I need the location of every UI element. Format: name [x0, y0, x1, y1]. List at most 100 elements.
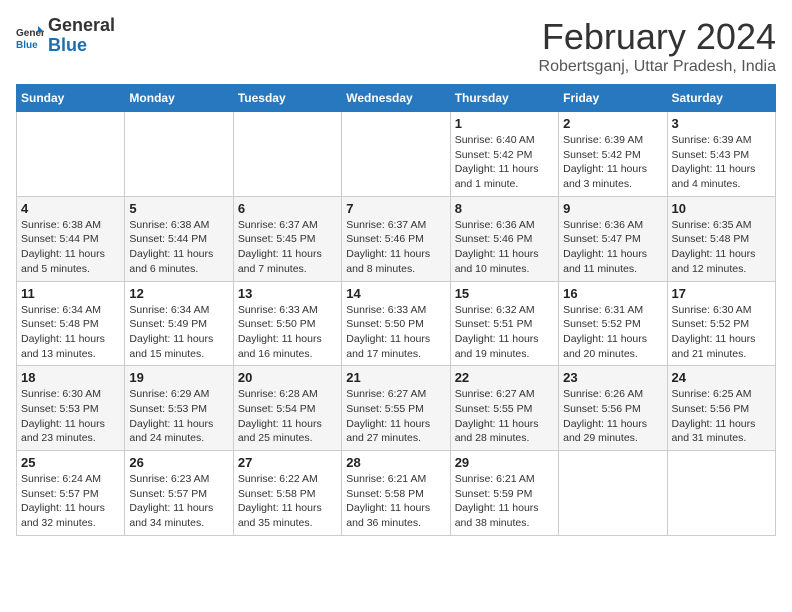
day-number: 15: [455, 286, 554, 301]
calendar-cell: 13Sunrise: 6:33 AM Sunset: 5:50 PM Dayli…: [233, 281, 341, 366]
calendar-cell: 24 Sunrise: 6:25 AM Sunset: 5:56 PM Dayli…: [667, 366, 775, 451]
calendar-cell: 4Sunrise: 6:38 AM Sunset: 5:44 PM Daylig…: [17, 196, 125, 281]
logo: General Blue General Blue: [16, 16, 115, 56]
day-info: Sunrise: 6:28 AM Sunset: 5:54 PM Dayligh…: [238, 387, 337, 446]
day-info: Sunrise: 6:26 AM Sunset: 5:56 PM Dayligh…: [563, 387, 662, 446]
day-info: Sunrise: 6:38 AM Sunset: 5:44 PM Dayligh…: [129, 218, 228, 277]
day-number: 12: [129, 286, 228, 301]
day-info: Sunrise: 6:37 AM Sunset: 5:45 PM Dayligh…: [238, 218, 337, 277]
day-number: 24: [672, 370, 771, 385]
calendar-cell: 16 Sunrise: 6:31 AM Sunset: 5:52 PM Dayli…: [559, 281, 667, 366]
day-number: 29: [455, 455, 554, 470]
calendar-week-row: 1Sunrise: 6:40 AM Sunset: 5:42 PM Daylig…: [17, 112, 776, 197]
calendar-cell: 14 Sunrise: 6:33 AM Sunset: 5:50 PM Dayli…: [342, 281, 450, 366]
logo-blue: Blue: [48, 36, 115, 56]
day-info: Sunrise: 6:37 AM Sunset: 5:46 PM Dayligh…: [346, 218, 445, 277]
calendar-cell: 5Sunrise: 6:38 AM Sunset: 5:44 PM Daylig…: [125, 196, 233, 281]
day-number: 1: [455, 116, 554, 131]
day-info: Sunrise: 6:29 AM Sunset: 5:53 PM Dayligh…: [129, 387, 228, 446]
header-saturday: Saturday: [667, 85, 775, 112]
header-monday: Monday: [125, 85, 233, 112]
calendar-cell: 22Sunrise: 6:27 AM Sunset: 5:55 PM Dayli…: [450, 366, 558, 451]
day-info: Sunrise: 6:36 AM Sunset: 5:46 PM Dayligh…: [455, 218, 554, 277]
day-info: Sunrise: 6:35 AM Sunset: 5:48 PM Dayligh…: [672, 218, 771, 277]
calendar-cell: [125, 112, 233, 197]
day-number: 20: [238, 370, 337, 385]
day-number: 21: [346, 370, 445, 385]
calendar-cell: 28 Sunrise: 6:21 AM Sunset: 5:58 PM Dayli…: [342, 451, 450, 536]
calendar-cell: 10 Sunrise: 6:35 AM Sunset: 5:48 PM Dayli…: [667, 196, 775, 281]
calendar-cell: 26 Sunrise: 6:23 AM Sunset: 5:57 PM Dayli…: [125, 451, 233, 536]
day-number: 19: [129, 370, 228, 385]
header-thursday: Thursday: [450, 85, 558, 112]
day-info: Sunrise: 6:27 AM Sunset: 5:55 PM Dayligh…: [455, 387, 554, 446]
calendar-cell: 18 Sunrise: 6:30 AM Sunset: 5:53 PM Dayli…: [17, 366, 125, 451]
calendar-header-row: SundayMondayTuesdayWednesdayThursdayFrid…: [17, 85, 776, 112]
day-info: Sunrise: 6:39 AM Sunset: 5:43 PM Dayligh…: [672, 133, 771, 192]
calendar-cell: 15 Sunrise: 6:32 AM Sunset: 5:51 PM Dayli…: [450, 281, 558, 366]
calendar-week-row: 18 Sunrise: 6:30 AM Sunset: 5:53 PM Dayli…: [17, 366, 776, 451]
calendar-cell: 3 Sunrise: 6:39 AM Sunset: 5:43 PM Daylig…: [667, 112, 775, 197]
day-info: Sunrise: 6:30 AM Sunset: 5:52 PM Dayligh…: [672, 303, 771, 362]
day-info: Sunrise: 6:23 AM Sunset: 5:57 PM Dayligh…: [129, 472, 228, 531]
day-info: Sunrise: 6:33 AM Sunset: 5:50 PM Dayligh…: [346, 303, 445, 362]
day-number: 17: [672, 286, 771, 301]
day-info: Sunrise: 6:33 AM Sunset: 5:50 PM Dayligh…: [238, 303, 337, 362]
month-title: February 2024: [539, 16, 776, 58]
day-number: 26: [129, 455, 228, 470]
calendar-week-row: 11 Sunrise: 6:34 AM Sunset: 5:48 PM Dayli…: [17, 281, 776, 366]
calendar-table: SundayMondayTuesdayWednesdayThursdayFrid…: [16, 84, 776, 536]
logo-icon: General Blue: [16, 22, 44, 50]
header-wednesday: Wednesday: [342, 85, 450, 112]
day-info: Sunrise: 6:27 AM Sunset: 5:55 PM Dayligh…: [346, 387, 445, 446]
day-number: 10: [672, 201, 771, 216]
svg-text:Blue: Blue: [16, 40, 38, 50]
day-number: 7: [346, 201, 445, 216]
day-info: Sunrise: 6:34 AM Sunset: 5:49 PM Dayligh…: [129, 303, 228, 362]
calendar-cell: 6Sunrise: 6:37 AM Sunset: 5:45 PM Daylig…: [233, 196, 341, 281]
calendar-week-row: 4Sunrise: 6:38 AM Sunset: 5:44 PM Daylig…: [17, 196, 776, 281]
calendar-cell: 20 Sunrise: 6:28 AM Sunset: 5:54 PM Dayli…: [233, 366, 341, 451]
day-number: 14: [346, 286, 445, 301]
day-info: Sunrise: 6:38 AM Sunset: 5:44 PM Dayligh…: [21, 218, 120, 277]
calendar-cell: 17 Sunrise: 6:30 AM Sunset: 5:52 PM Dayli…: [667, 281, 775, 366]
day-info: Sunrise: 6:31 AM Sunset: 5:52 PM Dayligh…: [563, 303, 662, 362]
calendar-cell: 25 Sunrise: 6:24 AM Sunset: 5:57 PM Dayli…: [17, 451, 125, 536]
day-info: Sunrise: 6:21 AM Sunset: 5:58 PM Dayligh…: [346, 472, 445, 531]
calendar-cell: [559, 451, 667, 536]
calendar-cell: 1Sunrise: 6:40 AM Sunset: 5:42 PM Daylig…: [450, 112, 558, 197]
header-sunday: Sunday: [17, 85, 125, 112]
calendar-cell: [667, 451, 775, 536]
day-number: 2: [563, 116, 662, 131]
day-info: Sunrise: 6:25 AM Sunset: 5:56 PM Dayligh…: [672, 387, 771, 446]
calendar-cell: 2Sunrise: 6:39 AM Sunset: 5:42 PM Daylig…: [559, 112, 667, 197]
day-number: 28: [346, 455, 445, 470]
day-number: 18: [21, 370, 120, 385]
day-info: Sunrise: 6:21 AM Sunset: 5:59 PM Dayligh…: [455, 472, 554, 531]
day-number: 25: [21, 455, 120, 470]
calendar-cell: 23 Sunrise: 6:26 AM Sunset: 5:56 PM Dayli…: [559, 366, 667, 451]
day-info: Sunrise: 6:30 AM Sunset: 5:53 PM Dayligh…: [21, 387, 120, 446]
day-number: 3: [672, 116, 771, 131]
title-area: February 2024 Robertsganj, Uttar Pradesh…: [539, 16, 776, 76]
header-friday: Friday: [559, 85, 667, 112]
day-number: 9: [563, 201, 662, 216]
day-info: Sunrise: 6:24 AM Sunset: 5:57 PM Dayligh…: [21, 472, 120, 531]
calendar-cell: 9 Sunrise: 6:36 AM Sunset: 5:47 PM Daylig…: [559, 196, 667, 281]
header-tuesday: Tuesday: [233, 85, 341, 112]
calendar-cell: [342, 112, 450, 197]
calendar-cell: 27Sunrise: 6:22 AM Sunset: 5:58 PM Dayli…: [233, 451, 341, 536]
calendar-cell: 11 Sunrise: 6:34 AM Sunset: 5:48 PM Dayli…: [17, 281, 125, 366]
day-info: Sunrise: 6:36 AM Sunset: 5:47 PM Dayligh…: [563, 218, 662, 277]
calendar-cell: 29 Sunrise: 6:21 AM Sunset: 5:59 PM Dayli…: [450, 451, 558, 536]
calendar-cell: 21 Sunrise: 6:27 AM Sunset: 5:55 PM Dayli…: [342, 366, 450, 451]
day-number: 23: [563, 370, 662, 385]
calendar-cell: [233, 112, 341, 197]
calendar-week-row: 25 Sunrise: 6:24 AM Sunset: 5:57 PM Dayli…: [17, 451, 776, 536]
day-number: 16: [563, 286, 662, 301]
calendar-cell: 7 Sunrise: 6:37 AM Sunset: 5:46 PM Daylig…: [342, 196, 450, 281]
day-info: Sunrise: 6:34 AM Sunset: 5:48 PM Dayligh…: [21, 303, 120, 362]
day-number: 11: [21, 286, 120, 301]
day-number: 27: [238, 455, 337, 470]
day-info: Sunrise: 6:32 AM Sunset: 5:51 PM Dayligh…: [455, 303, 554, 362]
